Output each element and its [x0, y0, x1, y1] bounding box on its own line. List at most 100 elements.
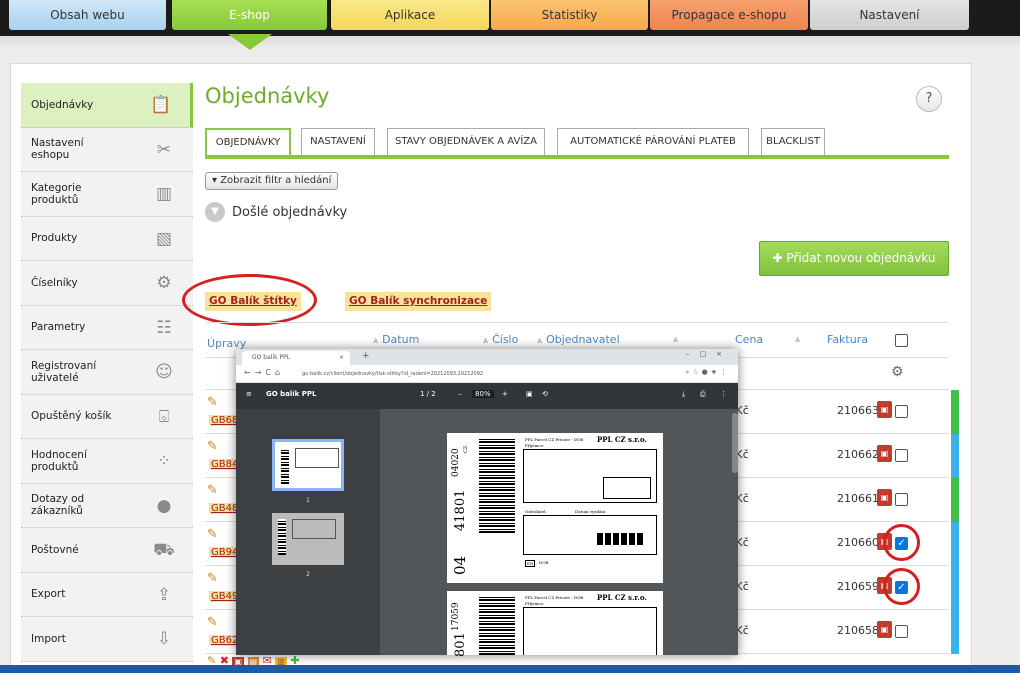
active-tab-pointer — [228, 34, 272, 50]
header-number-label: Číslo — [492, 333, 519, 346]
invoice-number: 210658 — [837, 624, 879, 637]
scrollbar[interactable] — [732, 413, 738, 473]
header-customer[interactable]: ⩓ Objednavatel — [537, 333, 620, 346]
label-sender: Odesílatel: — [525, 509, 547, 514]
label2-code-main: 801 — [453, 632, 468, 657]
add-order-button[interactable]: ✚ Přidat novou objednávku — [759, 241, 949, 276]
top-tab-statistiky[interactable]: Statistiky — [491, 0, 648, 30]
sidebar-item-ciselniky[interactable]: Číselníky ⚙ — [21, 261, 193, 306]
tab-nastaveni[interactable]: NASTAVENÍ — [301, 128, 375, 155]
tab-objednavky[interactable]: OBJEDNÁVKY — [205, 128, 291, 155]
thumbnail-sidebar: 1 2 — [236, 409, 380, 655]
row-checkbox[interactable] — [895, 493, 908, 506]
page-thumbnail-1[interactable] — [272, 439, 344, 491]
invoice-pdf-icon[interactable]: ▣ — [877, 401, 892, 418]
top-tab-eshop[interactable]: E-shop — [172, 0, 327, 30]
sidebar-item-nastaveni-eshopu[interactable]: Nastavení eshopu ✂ — [21, 127, 193, 172]
top-tab-obsah-webu[interactable]: Obsah webu — [9, 0, 166, 30]
top-tab-aplikace[interactable]: Aplikace — [331, 0, 489, 30]
go-balik-sync-link[interactable]: GO Balík synchronizace — [345, 292, 492, 311]
label-code-top: 04020 — [451, 448, 461, 477]
browser-nav-icons[interactable]: ←→C⌂ — [244, 368, 284, 377]
thumb-barcode — [281, 448, 289, 484]
tab-stavy-objednavek[interactable]: STAVY OBJEDNÁVEK A AVÍZA — [387, 128, 545, 155]
header-number[interactable]: ⩓ Číslo — [483, 333, 518, 346]
new-tab-icon[interactable]: + — [362, 351, 370, 361]
page-thumbnail-2[interactable] — [272, 513, 344, 565]
sort-icon[interactable]: ⩓ — [673, 335, 678, 345]
download-icon[interactable]: ⤓ — [682, 390, 685, 399]
sort-icon[interactable]: ⩓ — [795, 335, 800, 345]
zoom-in-icon[interactable]: + — [502, 390, 508, 398]
browser-extension-icons[interactable]: ⌕☆●★⋮ — [685, 368, 730, 377]
row-checkbox[interactable] — [895, 449, 908, 462]
sidebar-item-import[interactable]: Import ⇩ — [21, 617, 193, 662]
invoice-pdf-icon[interactable]: ▣ — [877, 621, 892, 638]
sidebar-item-postovne[interactable]: Poštovné ⛟ — [21, 528, 193, 573]
edit-pencil-icon[interactable]: ✎ — [207, 483, 218, 498]
sidebar-item-kategorie[interactable]: Kategorie produktů ▥ — [21, 172, 193, 217]
edit-pencil-icon[interactable]: ✎ — [207, 395, 218, 410]
edit-pencil-icon[interactable]: ✎ — [207, 527, 218, 542]
taskbar — [0, 665, 1020, 673]
window-controls-icon[interactable]: –□× — [686, 350, 732, 358]
chevron-down-icon[interactable]: ▼ — [205, 202, 225, 222]
sidebar-item-registrovani[interactable]: Registrovaní uživatelé ☺ — [21, 350, 193, 395]
header-price[interactable]: Cena — [735, 333, 763, 346]
edit-pencil-icon[interactable]: ✎ — [207, 439, 218, 454]
edit-pencil-icon[interactable]: ✎ — [207, 615, 218, 630]
sidebar-item-dotazy[interactable]: Dotazy od zákazníků ● — [21, 483, 193, 528]
sidebar-item-hodnoceni[interactable]: Hodnocení produktů ⁘ — [21, 439, 193, 484]
tab-parovani-plateb[interactable]: AUTOMATICKÉ PÁROVÁNÍ PLATEB — [557, 128, 749, 155]
help-button[interactable]: ? — [916, 86, 942, 112]
fit-page-icon[interactable]: ▣ — [526, 390, 533, 398]
invoice-pdf-icon[interactable]: ▣ — [877, 445, 892, 462]
settings-gear-icon[interactable]: ⚙ — [891, 364, 904, 380]
menu-icon[interactable]: ≡ — [246, 390, 252, 398]
label-recipient: Příjemce: — [525, 443, 545, 448]
url-field[interactable]: go-balik.cz/client/objednavky/tisk-stitk… — [302, 368, 602, 380]
filter-toggle-button[interactable]: ▾ Zobrazit filtr a hledání — [205, 172, 339, 190]
page-indicator[interactable]: 1 / 2 — [420, 390, 436, 398]
header-invoice[interactable]: Faktura — [827, 333, 868, 346]
status-stripe — [951, 390, 959, 434]
tab-blacklist[interactable]: BLACKLIST — [761, 128, 825, 155]
label-code-cz: CZ — [463, 445, 469, 453]
top-tab-propagace[interactable]: Propagace e-shopu — [650, 0, 808, 30]
close-tab-icon[interactable]: × — [339, 351, 344, 365]
basket-icon: ⌺ — [158, 406, 170, 427]
sidebar-item-parametry[interactable]: Parametry ☷ — [21, 305, 193, 350]
sidebar-item-kosik[interactable]: Opuštěný košík ⌺ — [21, 394, 193, 439]
section-title-text: Došlé objednávky — [232, 204, 348, 220]
zoom-out-icon[interactable]: – — [458, 390, 462, 398]
select-all-checkbox[interactable] — [895, 334, 908, 347]
more-icon[interactable]: ⋮ — [720, 390, 727, 398]
invoice-pdf-icon[interactable]: ▣ — [877, 489, 892, 506]
sidebar-item-label: Parametry — [31, 321, 86, 334]
recipient-box — [523, 607, 657, 655]
subtab-bar: OBJEDNÁVKY NASTAVENÍ STAVY OBJEDNÁVEK A … — [205, 126, 949, 159]
label-recipient: Příjemce: — [525, 601, 545, 606]
rotate-icon[interactable]: ⟲ — [542, 390, 548, 398]
status-stripe — [951, 610, 959, 654]
top-tab-nastaveni[interactable]: Nastavení — [810, 0, 969, 30]
label-code-main: 41801 — [453, 489, 468, 531]
chat-icon: ● — [156, 495, 172, 516]
browser-tab[interactable]: GO balík PPL × — [242, 351, 350, 365]
zoom-level[interactable]: 80% — [472, 390, 494, 398]
label-dob: DOB — [539, 560, 549, 565]
header-date[interactable]: ⩓ Datum — [373, 333, 419, 346]
sidebar-item-export[interactable]: Export ⇪ — [21, 572, 193, 617]
sender-code-bars — [597, 533, 643, 545]
browser-tab-title: GO balík PPL — [252, 354, 291, 361]
sidebar-item-produkty[interactable]: Produkty ▧ — [21, 216, 193, 261]
sidebar-item-objednavky[interactable]: Objednávky 📋 — [21, 83, 193, 128]
label-date: Datum vyzdání: — [575, 509, 607, 514]
sidebar-item-label: Nastavení eshopu — [31, 137, 84, 162]
edit-pencil-icon[interactable]: ✎ — [207, 571, 218, 586]
header-customer-label: Objednavatel — [546, 333, 620, 346]
sidebar-item-label: Poštovné — [31, 543, 79, 556]
print-icon[interactable]: ⎙ — [700, 390, 706, 399]
row-checkbox[interactable] — [895, 405, 908, 418]
row-checkbox[interactable] — [895, 625, 908, 638]
